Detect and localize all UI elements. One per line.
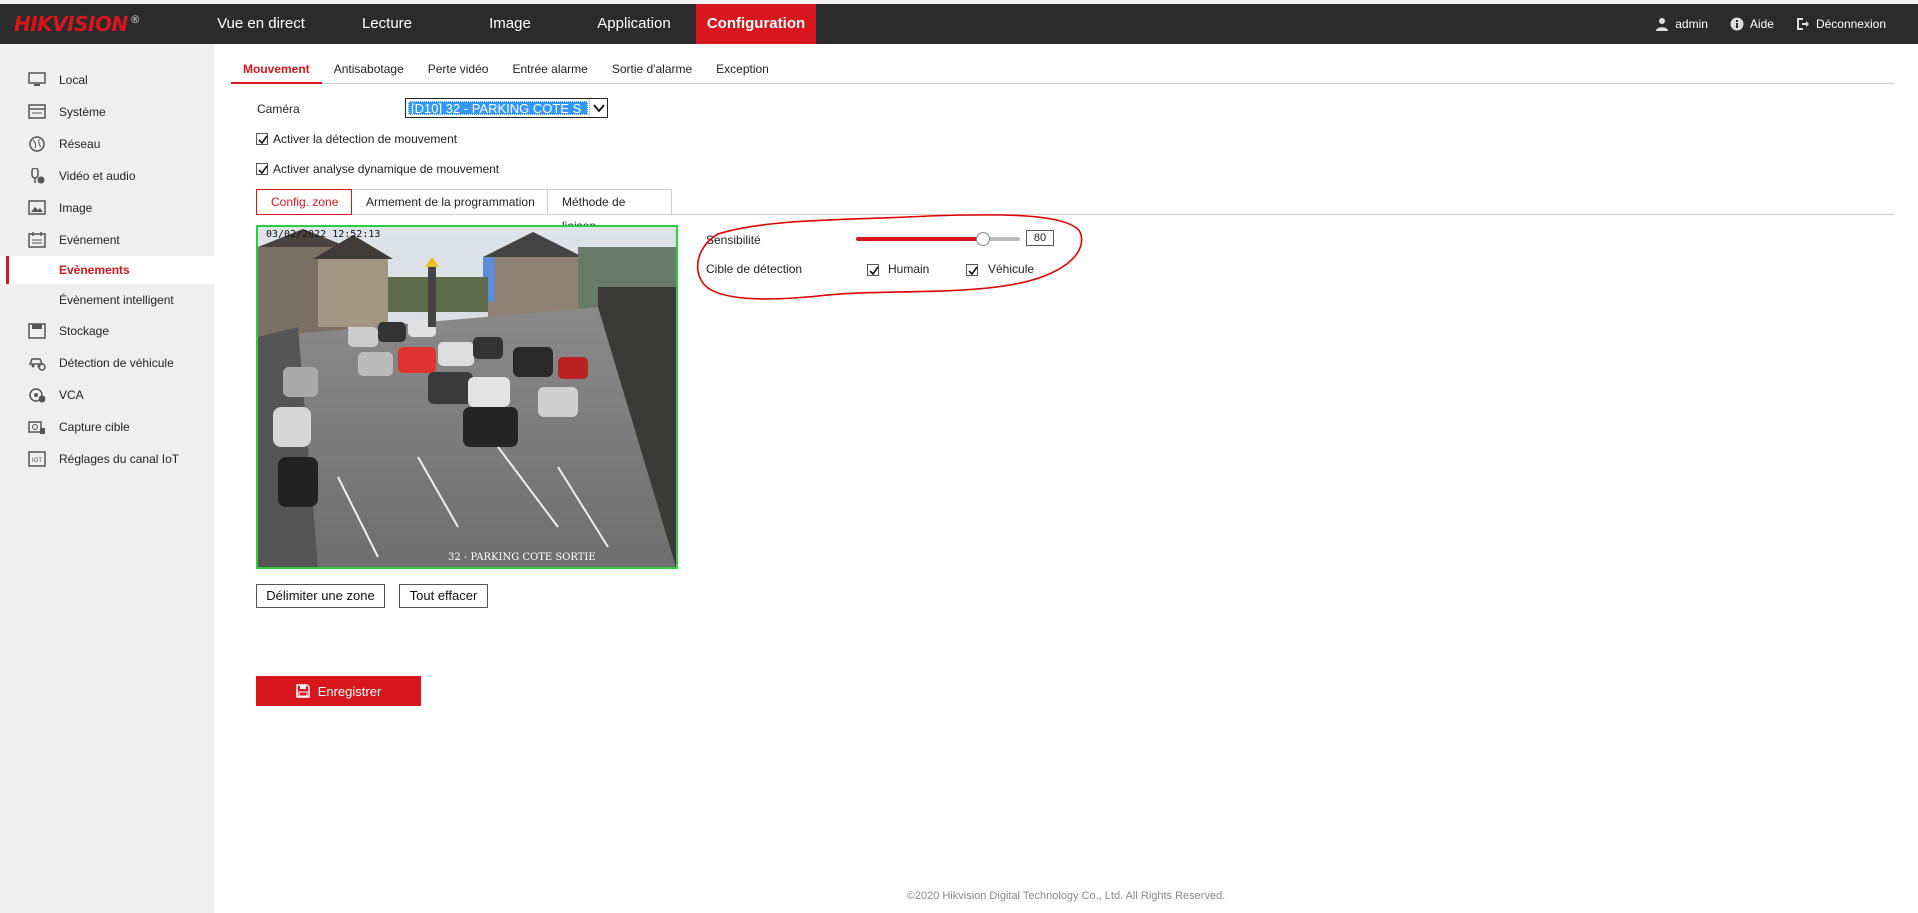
hikvision-logo: HIKVISION ® — [14, 12, 141, 36]
sidebar-item-label: Stockage — [59, 324, 110, 338]
tab-exception[interactable]: Exception — [704, 56, 781, 84]
camera-preview[interactable]: 03/02/2022 12:52:13 32 - PARKING COTE SO… — [256, 225, 678, 569]
subtab-arming-schedule[interactable]: Armement de la programmation — [352, 189, 548, 215]
chevron-down-icon — [589, 99, 607, 117]
enable-dynamic-label: Activer analyse dynamique de mouvement — [273, 162, 500, 176]
sidebar-item-system[interactable]: Système — [0, 98, 214, 126]
sidebar-item-vehicle-detection[interactable]: Détection de véhicule — [0, 349, 214, 377]
camera-selected-value: [D10] 32 - PARKING COTE S — [408, 101, 588, 115]
sidebar-item-label: Vidéo et audio — [59, 169, 136, 183]
draw-zone-button[interactable]: Délimiter une zone — [256, 584, 385, 608]
calendar-icon — [28, 232, 46, 248]
image-icon — [28, 200, 46, 215]
storage-icon — [28, 323, 46, 339]
enable-motion-checkbox[interactable] — [256, 133, 268, 145]
help-icon — [1730, 17, 1744, 31]
subtab-linkage-method[interactable]: Méthode de liaison — [548, 189, 672, 233]
vehicle-icon — [28, 358, 46, 371]
sidebar-item-label: Capture cible — [59, 420, 130, 434]
enable-motion-label: Activer la détection de mouvement — [273, 132, 458, 146]
nav-live-view[interactable]: Vue en direct — [196, 4, 326, 44]
sidebar-item-label: Réglages du canal IoT — [59, 452, 180, 466]
tab-alarm-input[interactable]: Entrée alarme — [500, 56, 599, 84]
sidebar-item-label: Image — [59, 201, 93, 215]
sidebar-item-local[interactable]: Local — [0, 66, 214, 94]
sidebar-item-storage[interactable]: Stockage — [0, 317, 214, 345]
capture-icon — [28, 421, 45, 434]
save-button[interactable]: Enregistrer — [256, 676, 421, 706]
logo-text: HIKVISION — [14, 12, 128, 36]
user-icon — [1656, 18, 1669, 31]
sidebar-item-event[interactable]: Evènement — [0, 226, 214, 254]
main-nav: Vue en direct Lecture Image Application … — [196, 4, 816, 44]
sidebar-item-label: Réseau — [59, 137, 101, 151]
monitor-icon — [28, 72, 46, 86]
sidebar-item-iot-settings[interactable]: IOT Réglages du canal IoT — [0, 445, 214, 473]
save-label: Enregistrer — [317, 683, 382, 699]
logout-link[interactable]: Déconnexion — [1796, 17, 1886, 31]
tab-motion[interactable]: Mouvement — [231, 56, 322, 84]
help-link[interactable]: Aide — [1730, 17, 1774, 31]
vca-icon — [29, 388, 46, 403]
nav-image[interactable]: Image — [448, 4, 572, 44]
globe-icon — [29, 136, 45, 152]
checkmark-icon — [258, 135, 268, 145]
camera-label: Caméra — [257, 102, 300, 116]
camera-select[interactable]: [D10] 32 - PARKING COTE S — [405, 98, 608, 118]
video-timestamp: 03/02/2022 12:52:13 — [266, 229, 381, 240]
user-menu[interactable]: admin — [1655, 17, 1708, 31]
nav-playback[interactable]: Lecture — [326, 4, 448, 44]
sidebar-item-target-capture[interactable]: Capture cible — [0, 413, 214, 441]
top-header: HIKVISION ® Vue en direct Lecture Image A… — [0, 4, 1918, 44]
sidebar-item-vca[interactable]: VCA — [0, 381, 214, 409]
svg-text:IOT: IOT — [32, 457, 42, 464]
logout-label: Déconnexion — [1815, 17, 1886, 31]
page-scrollbar[interactable] — [1900, 44, 1918, 913]
sidebar-item-video-audio[interactable]: Vidéo et audio — [0, 162, 214, 190]
config-subtabs: Config. zone Armement de la programmatio… — [256, 189, 672, 233]
sidebar-item-label: Système — [59, 105, 106, 119]
event-tabs: Mouvement Antisabotage Perte vidéo Entré… — [231, 56, 1894, 84]
sidebar-item-events[interactable]: Evènements — [0, 256, 214, 284]
enable-dynamic-checkbox[interactable] — [256, 163, 268, 175]
footer-copyright: ©2020 Hikvision Digital Technology Co., … — [906, 890, 1226, 902]
sidebar-item-label: Local — [59, 73, 88, 87]
sidebar-item-smart-event[interactable]: Évènement intelligent — [0, 286, 214, 314]
help-label: Aide — [1749, 17, 1774, 31]
annotation-circle — [696, 213, 1083, 300]
system-icon — [28, 104, 46, 119]
save-icon — [295, 684, 310, 698]
header-user-area: admin Aide Déconnexion — [1633, 4, 1886, 44]
iot-icon: IOT — [28, 451, 46, 467]
tab-alarm-output[interactable]: Sortie d'alarme — [600, 56, 704, 84]
parking-scene-image — [258, 227, 676, 567]
nav-configuration[interactable]: Configuration — [696, 4, 816, 44]
sidebar-item-network[interactable]: Réseau — [0, 130, 214, 158]
nav-application[interactable]: Application — [572, 4, 696, 44]
sidebar-item-image[interactable]: Image — [0, 194, 214, 222]
checkmark-icon — [258, 165, 268, 175]
tab-tamper[interactable]: Antisabotage — [322, 56, 416, 84]
logout-icon — [1796, 18, 1809, 30]
sidebar-item-label: Détection de véhicule — [59, 356, 174, 370]
tab-video-loss[interactable]: Perte vidéo — [416, 56, 501, 84]
subtab-zone-config[interactable]: Config. zone — [256, 189, 352, 215]
logo-registered-mark: ® — [129, 13, 141, 27]
sidebar-item-label: VCA — [59, 388, 84, 402]
user-name: admin — [1675, 17, 1708, 31]
sidebar: Local Système Réseau Vidéo et audio Imag… — [0, 44, 214, 913]
video-camera-name: 32 - PARKING COTE SORTIE — [448, 552, 596, 563]
mic-icon — [31, 168, 45, 184]
sidebar-item-label: Evènements — [59, 263, 130, 277]
sidebar-item-label: Évènement intelligent — [59, 293, 174, 307]
clear-all-button[interactable]: Tout effacer — [399, 584, 488, 608]
sidebar-item-label: Evènement — [59, 233, 120, 247]
